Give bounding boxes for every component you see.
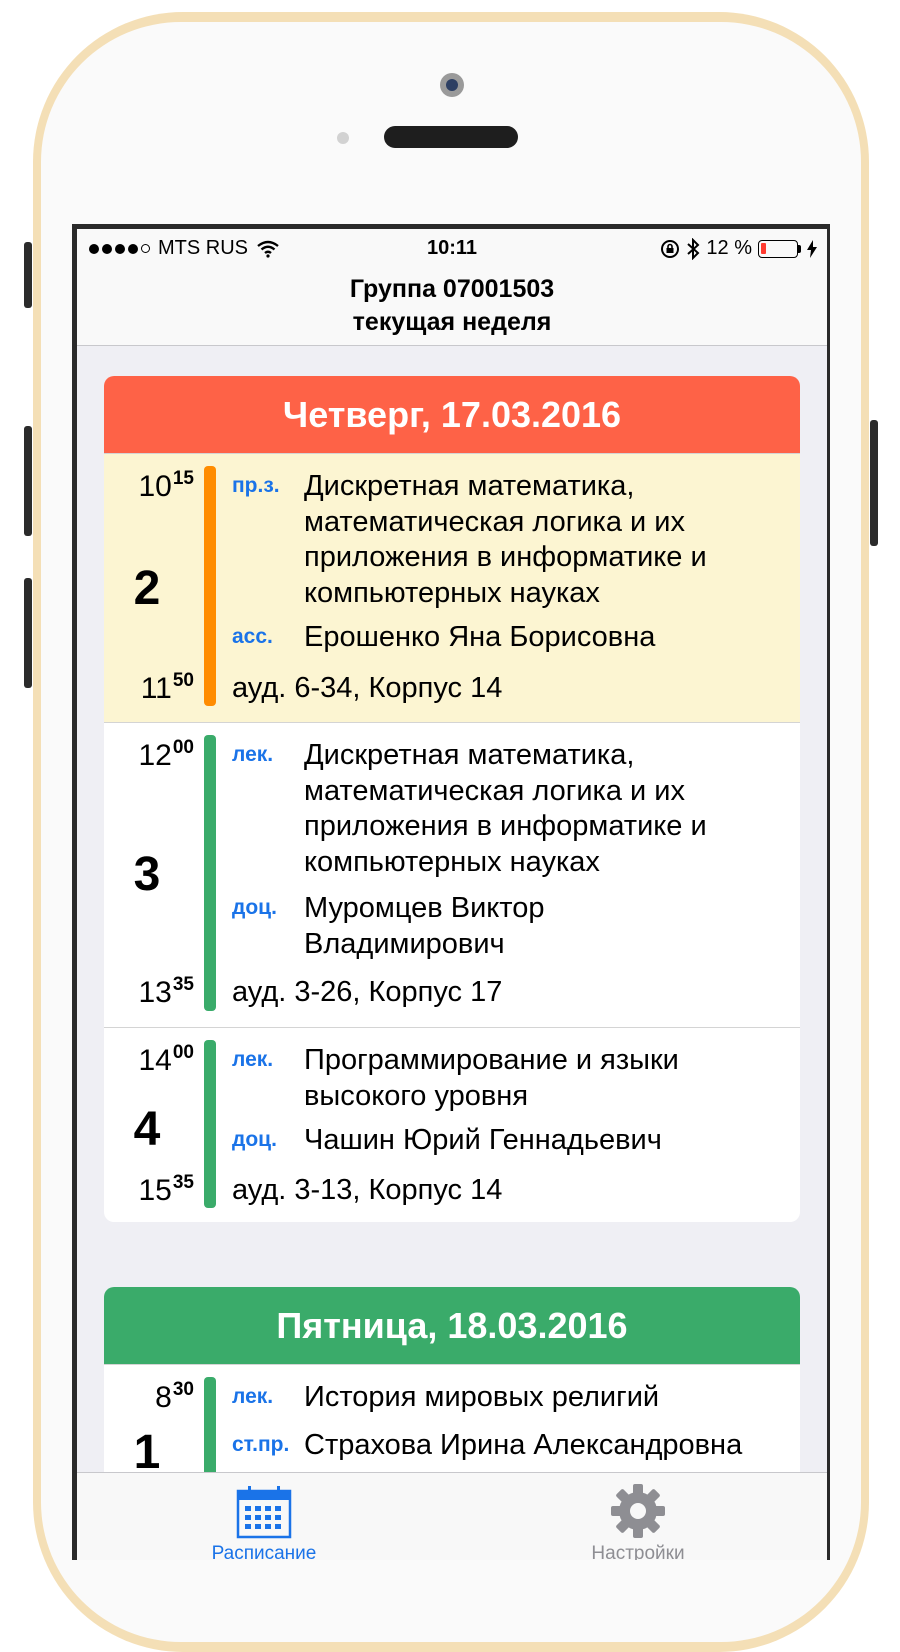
day-card-thursday: Четверг, 17.03.2016 1015 2 1150 пр.з. Ди…: [104, 376, 800, 1222]
volume-up-button: [24, 426, 32, 536]
lesson-room: ауд. 3-13, Корпус 14: [232, 1174, 503, 1206]
lesson-type-bar: [204, 735, 216, 1011]
charging-icon: [807, 239, 817, 258]
lesson-type: лек.: [232, 1385, 274, 1408]
proximity-sensor: [337, 132, 349, 144]
lesson-row[interactable]: 1015 2 1150 пр.з. Дискретная математика,…: [104, 453, 800, 722]
lesson-number: 4: [133, 1103, 161, 1156]
teacher-name: Страхова Ирина Александровна: [304, 1429, 743, 1461]
lesson-end-time: 1335: [138, 974, 194, 1009]
app-screen: MTS RUS 10:11 12 % Группа 07001503 текущ…: [77, 229, 827, 1560]
battery-percent: 12 %: [706, 237, 752, 259]
day-header: Пятница, 18.03.2016: [104, 1287, 800, 1364]
teacher-role: доц.: [232, 896, 277, 919]
battery-level: [761, 242, 766, 254]
lesson-room: ауд. 3-26, Корпус 17: [232, 976, 503, 1008]
tab-bar: Расписание Настройки: [77, 1472, 827, 1560]
lesson-start-time: 830: [155, 1379, 194, 1414]
bluetooth-icon: [687, 237, 700, 260]
teacher-name: Муромцев Виктор Владимирович: [304, 892, 545, 960]
calendar-icon: [236, 1486, 292, 1539]
lesson-type: лек.: [232, 1048, 274, 1071]
tab-settings-label: Настройки: [591, 1543, 685, 1560]
lesson-subject: Программирование и языки высокого уровня: [304, 1044, 679, 1112]
status-right: 12 %: [660, 237, 817, 260]
front-camera: [440, 73, 464, 97]
lesson-room: ауд. 6-34, Корпус 14: [232, 672, 503, 704]
teacher-name: Чашин Юрий Геннадьевич: [304, 1124, 662, 1156]
battery-tip: [798, 244, 801, 253]
lesson-subject: Дискретная математика, математическая ло…: [304, 739, 707, 878]
lesson-number: 2: [133, 562, 161, 615]
nav-bar: Группа 07001503 текущая неделя: [77, 269, 827, 346]
lesson-row[interactable]: 1400 4 1535 лек. Программирование и язык…: [104, 1027, 800, 1222]
power-button: [870, 420, 878, 546]
gear-icon: [611, 1484, 665, 1538]
lesson-subject: История мировых религий: [304, 1381, 660, 1413]
lesson-row[interactable]: 1200 3 1335 лек. Дискретная математика, …: [104, 722, 800, 1027]
earpiece-speaker: [384, 126, 518, 148]
page-title: Группа 07001503: [349, 275, 555, 303]
teacher-role: доц.: [232, 1128, 277, 1151]
battery-icon: [758, 239, 801, 258]
lesson-type: пр.з.: [232, 474, 280, 497]
lesson-start-time: 1400: [138, 1042, 194, 1077]
teacher-role: асс.: [232, 625, 273, 648]
tab-schedule-label: Расписание: [211, 1543, 317, 1560]
lesson-type: лек.: [232, 743, 274, 766]
teacher-name: Ерошенко Яна Борисовна: [304, 621, 656, 653]
lesson-type-bar: [204, 1040, 216, 1208]
status-bar: MTS RUS 10:11 12 %: [77, 229, 827, 269]
lesson-start-time: 1015: [138, 468, 194, 503]
lesson-end-time: 1535: [138, 1172, 194, 1207]
lesson-end-time: 1150: [140, 670, 194, 705]
lesson-subject: Дискретная математика, математическая ло…: [304, 470, 707, 609]
day-header: Четверг, 17.03.2016: [104, 376, 800, 453]
mute-switch: [24, 242, 32, 308]
battery-body: [758, 239, 798, 258]
lesson-start-time: 1200: [138, 737, 194, 772]
rotation-lock-icon: [661, 239, 680, 258]
lesson-type-bar: [204, 466, 216, 706]
lesson-number: 3: [133, 848, 161, 901]
page-subtitle: текущая неделя: [352, 308, 552, 336]
volume-down-button: [24, 578, 32, 688]
teacher-role: ст.пр.: [232, 1433, 290, 1456]
